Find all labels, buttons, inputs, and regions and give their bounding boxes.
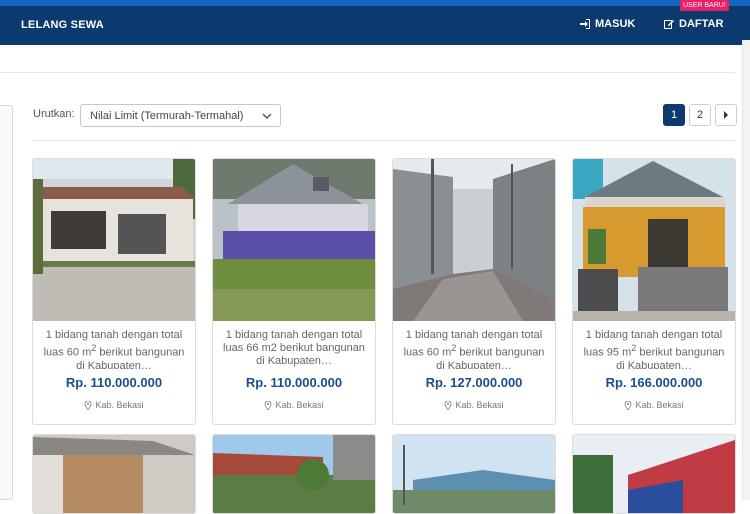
property-photo [33,159,195,321]
property-photo [573,159,735,321]
listing-title: 1 bidang tanah dengan total luas 60 m2 b… [43,329,185,369]
filter-sidebar-edge [0,105,13,500]
page-2-button[interactable]: 2 [689,104,711,126]
chevron-right-icon [724,111,728,119]
property-photo [33,435,195,513]
map-marker-icon [265,400,272,410]
listing-card[interactable]: 1 bidang tanah dengan total luas 66 m2 b… [212,158,376,425]
listing-title: 1 bidang tanah dengan total luas 66 m2 b… [223,329,365,367]
listing-price: Rp. 110.000.000 [245,375,343,390]
property-photo [213,435,375,513]
property-photo [393,435,555,513]
listing-title: 1 bidang tanah dengan total luas 95 m2 b… [583,329,725,369]
listing-location: Kab. Bekasi [213,400,375,410]
map-marker-icon [85,400,92,410]
property-photo [393,159,555,321]
edit-icon [664,20,674,29]
next-page-button[interactable] [715,104,737,126]
page-1-button[interactable]: 1 [663,104,685,126]
listing-price: Rp. 127.000.000 [425,375,523,390]
listing-location: Kab. Bekasi [393,400,555,410]
listing-card[interactable] [392,434,556,514]
listing-card[interactable] [212,434,376,514]
map-marker-icon [625,400,632,410]
listing-price: Rp. 110.000.000 [65,375,163,390]
listing-location: Kab. Bekasi [33,400,195,410]
divider [33,140,735,141]
register-label: DAFTAR [679,18,724,30]
listing-card[interactable] [572,434,736,514]
login-link[interactable]: MASUK [580,18,635,30]
sort-select[interactable]: Nilai Limit (Termurah-Termahal) [80,104,281,127]
listing-title: 1 bidang tanah dengan total luas 60 m2 b… [403,329,545,369]
navbar: LELANG SEWA MASUK DAFTAR [0,6,750,45]
chevron-down-icon [262,113,272,120]
login-label: MASUK [595,18,636,30]
divider [0,72,735,73]
listing-location: Kab. Bekasi [573,400,735,410]
map-marker-icon [445,400,452,410]
scrollbar[interactable] [742,40,750,500]
property-photo [573,435,735,513]
register-link[interactable]: DAFTAR [664,18,723,30]
property-photo [213,159,375,321]
listing-card[interactable]: 1 bidang tanah dengan total luas 60 m2 b… [392,158,556,425]
listing-card[interactable]: 1 bidang tanah dengan total luas 60 m2 b… [32,158,196,425]
sign-in-icon [580,19,590,29]
listing-price: Rp. 166.000.000 [605,375,703,390]
new-user-badge: USER BARU! [680,0,729,11]
listing-card[interactable]: 1 bidang tanah dengan total luas 95 m2 b… [572,158,736,425]
sort-selected-value: Nilai Limit (Termurah-Termahal) [90,110,244,122]
sort-label: Urutkan: [33,108,75,120]
listing-card[interactable] [32,434,196,514]
brand-logo[interactable]: LELANG SEWA [21,19,104,31]
